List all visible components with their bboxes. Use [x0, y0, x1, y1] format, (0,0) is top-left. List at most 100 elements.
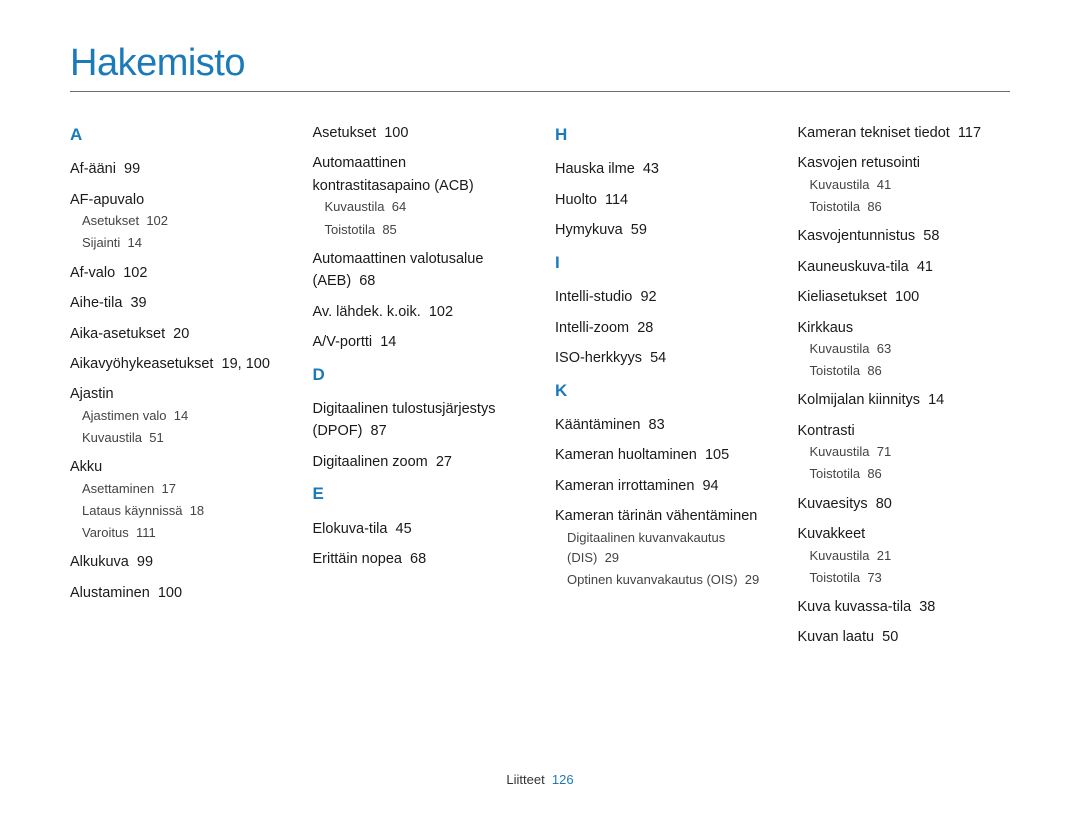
index-entry[interactable]: Digitaalinen zoom 27 [313, 451, 526, 473]
index-subentry[interactable]: Toistotila 73 [810, 568, 1011, 588]
index-entry-pages: 68 [410, 551, 426, 567]
index-entry[interactable]: Huolto 114 [555, 189, 768, 211]
index-entry[interactable]: KirkkausKuvaustila 63Toistotila 86 [798, 317, 1011, 382]
index-entry-label: Intelli-zoom [555, 320, 629, 336]
index-entry[interactable]: Kauneuskuva-tila 41 [798, 256, 1011, 278]
index-entry-pages: 80 [876, 496, 892, 512]
index-entry-pages: 20 [173, 326, 189, 342]
index-entry[interactable]: Hauska ilme 43 [555, 158, 768, 180]
index-entry[interactable]: Asetukset 100 [313, 122, 526, 144]
index-subentry-pages: 86 [867, 466, 881, 481]
index-entry-label: Kasvojen retusointi [798, 155, 921, 171]
index-entry[interactable]: Av. lähdek. k.oik. 102 [313, 301, 526, 323]
index-letter: E [313, 481, 526, 507]
index-subentry[interactable]: Kuvaustila 51 [82, 428, 283, 448]
index-subentry[interactable]: Optinen kuvanvakautus (OIS) 29 [567, 570, 768, 590]
index-entry[interactable]: Kieliasetukset 100 [798, 286, 1011, 308]
index-subentry[interactable]: Asettaminen 17 [82, 479, 283, 499]
index-subentries: Kuvaustila 21Toistotila 73 [798, 546, 1011, 588]
index-subentry-pages: 85 [382, 222, 396, 237]
index-subentry-label: Toistotila [810, 570, 861, 585]
index-subentry[interactable]: Toistotila 86 [810, 464, 1011, 484]
index-entry[interactable]: Aikavyöhykeasetukset 19, 100 [70, 353, 283, 375]
index-subentry[interactable]: Kuvaustila 21 [810, 546, 1011, 566]
index-entry[interactable]: Automaattinen kontrastitasapaino (ACB)Ku… [313, 152, 526, 239]
index-entry-pages: 100 [384, 125, 408, 141]
footer-page-number: 126 [552, 772, 574, 787]
index-entry-label: Kuvakkeet [798, 526, 866, 542]
index-subentry[interactable]: Digitaalinen kuvanvakautus (DIS) 29 [567, 528, 768, 568]
index-column: Asetukset 100 Automaattinen kontrastitasa… [313, 122, 526, 657]
index-entry[interactable]: KuvakkeetKuvaustila 21Toistotila 73 [798, 523, 1011, 588]
index-entry[interactable]: Kääntäminen 83 [555, 414, 768, 436]
index-entry-label: Kameran huoltaminen [555, 447, 697, 463]
index-subentry[interactable]: Toistotila 85 [325, 220, 526, 240]
index-entry-label: Av. lähdek. k.oik. [313, 304, 421, 320]
index-subentry[interactable]: Toistotila 86 [810, 197, 1011, 217]
index-entry[interactable]: Af-ääni 99 [70, 158, 283, 180]
index-letter: K [555, 378, 768, 404]
index-subentry-pages: 73 [867, 570, 881, 585]
index-entry-label: Aikavyöhykeasetukset [70, 356, 213, 372]
index-entry-label: Kääntäminen [555, 417, 640, 433]
index-entry-pages: 100 [895, 289, 919, 305]
index-entry[interactable]: Kasvojen retusointi Kuvaustila 41Toistoti… [798, 152, 1011, 217]
index-subentry[interactable]: Kuvaustila 71 [810, 442, 1011, 462]
index-entry[interactable]: AF-apuvaloAsetukset 102Sijainti 14 [70, 189, 283, 254]
index-entry[interactable]: Kameran huoltaminen 105 [555, 444, 768, 466]
index-entry[interactable]: Kolmijalan kiinnitys 14 [798, 389, 1011, 411]
index-entry[interactable]: ISO-herkkyys 54 [555, 347, 768, 369]
footer: Liitteet 126 [0, 772, 1080, 787]
index-subentry[interactable]: Lataus käynnissä 18 [82, 501, 283, 521]
index-entry[interactable]: A/V-portti 14 [313, 331, 526, 353]
index-subentry[interactable]: Kuvaustila 63 [810, 339, 1011, 359]
index-entry[interactable]: Elokuva-tila 45 [313, 518, 526, 540]
index-subentry[interactable]: Kuvaustila 41 [810, 175, 1011, 195]
index-subentries: Ajastimen valo 14Kuvaustila 51 [70, 406, 283, 448]
index-entry-label: Digitaalinen tulostusjärjestys (DPOF) [313, 401, 496, 439]
index-subentry-pages: 41 [877, 177, 891, 192]
index-entry[interactable]: Kuvaesitys 80 [798, 493, 1011, 515]
index-subentry[interactable]: Varoitus 111 [82, 523, 283, 543]
page-content: Hakemisto AAf-ääni 99AF-apuvaloAsetukset… [0, 0, 1080, 657]
index-entry[interactable]: AkkuAsettaminen 17Lataus käynnissä 18Var… [70, 456, 283, 543]
index-entry[interactable]: Alkukuva 99 [70, 551, 283, 573]
index-entry[interactable]: Intelli-studio 92 [555, 286, 768, 308]
index-entry-pages: 58 [923, 228, 939, 244]
index-subentry[interactable]: Asetukset 102 [82, 211, 283, 231]
index-entry-label: Kuvaesitys [798, 496, 868, 512]
index-entry[interactable]: Hymykuva 59 [555, 219, 768, 241]
index-entry[interactable]: Kuvan laatu 50 [798, 626, 1011, 648]
index-subentry[interactable]: Kuvaustila 64 [325, 197, 526, 217]
index-entry[interactable]: Automaattinen valotusalue (AEB) 68 [313, 248, 526, 293]
index-entry[interactable]: Kameran tekniset tiedot 117 [798, 122, 1011, 144]
index-entry[interactable]: AjastinAjastimen valo 14Kuvaustila 51 [70, 383, 283, 448]
index-subentry-label: Kuvaustila [82, 430, 142, 445]
index-entry[interactable]: KontrastiKuvaustila 71Toistotila 86 [798, 420, 1011, 485]
index-entry[interactable]: Af-valo 102 [70, 262, 283, 284]
index-subentry[interactable]: Ajastimen valo 14 [82, 406, 283, 426]
index-entry[interactable]: Aika-asetukset 20 [70, 323, 283, 345]
index-entry[interactable]: Kuva kuvassa-tila 38 [798, 596, 1011, 618]
index-entry[interactable]: Kameran irrottaminen 94 [555, 475, 768, 497]
index-entry[interactable]: Kasvojentunnistus 58 [798, 225, 1011, 247]
index-entry[interactable]: Kameran tärinän vähentäminenDigitaalinen… [555, 505, 768, 590]
index-entry[interactable]: Aihe-tila 39 [70, 292, 283, 314]
index-entry[interactable]: Alustaminen 100 [70, 582, 283, 604]
index-subentry-pages: 14 [174, 408, 188, 423]
index-entry[interactable]: Erittäin nopea 68 [313, 548, 526, 570]
index-subentry-pages: 86 [867, 363, 881, 378]
index-entry-pages: 43 [643, 161, 659, 177]
index-entry-label: Kuvan laatu [798, 629, 875, 645]
index-subentry-label: Kuvaustila [325, 199, 385, 214]
index-entry-label: Alustaminen [70, 585, 150, 601]
index-entry[interactable]: Intelli-zoom 28 [555, 317, 768, 339]
index-subentries: Asetukset 102Sijainti 14 [70, 211, 283, 253]
index-subentry[interactable]: Sijainti 14 [82, 233, 283, 253]
index-entry-pages: 68 [359, 273, 375, 289]
index-subentry[interactable]: Toistotila 86 [810, 361, 1011, 381]
index-entry-pages: 99 [137, 554, 153, 570]
index-entry-pages: 83 [649, 417, 665, 433]
index-entry[interactable]: Digitaalinen tulostusjärjestys (DPOF) 87 [313, 398, 526, 443]
index-entry-pages: 94 [702, 478, 718, 494]
